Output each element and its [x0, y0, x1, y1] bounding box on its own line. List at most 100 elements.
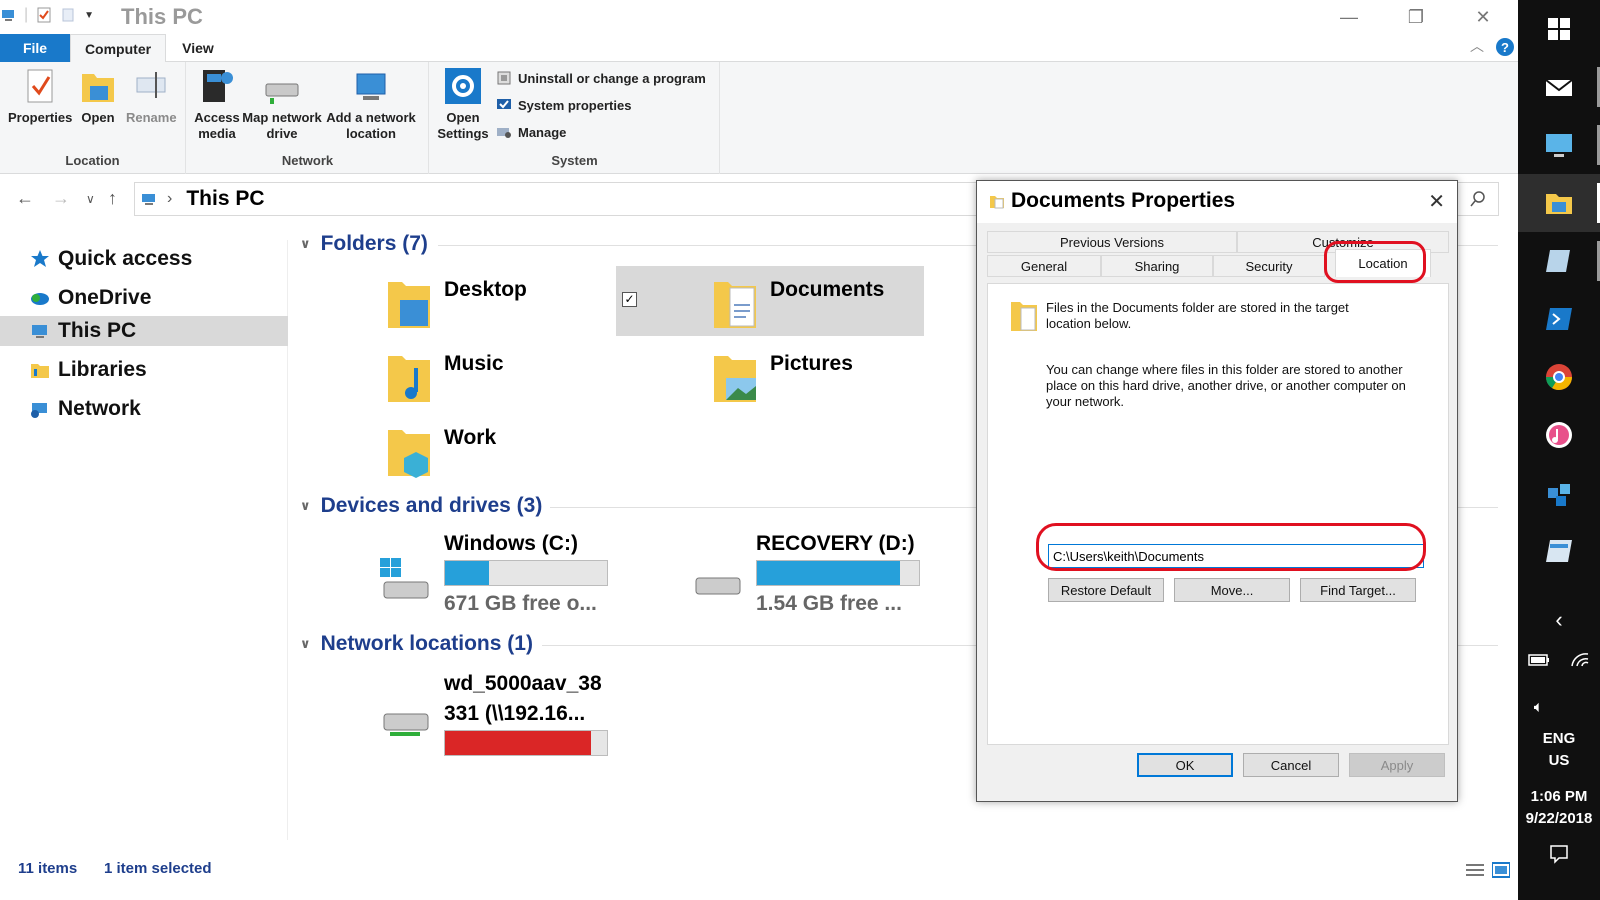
apply-button[interactable]: Apply: [1349, 753, 1445, 777]
taskbar-app-window[interactable]: [1518, 522, 1600, 580]
documents-folder-icon: [989, 193, 1005, 209]
dialog-close-icon[interactable]: ✕: [1428, 189, 1445, 214]
ribbon-group-location: Properties Open Rename Location: [0, 62, 186, 174]
properties-qat-icon[interactable]: [36, 7, 52, 23]
taskbar-chrome[interactable]: [1518, 348, 1600, 406]
add-network-location-button[interactable]: Add a network location: [325, 66, 417, 142]
open-button[interactable]: Open: [80, 66, 116, 126]
powershell-icon: [1544, 304, 1574, 334]
blocks-icon: [1544, 478, 1574, 508]
tab-view[interactable]: View: [166, 34, 230, 62]
manage-button[interactable]: Manage: [496, 124, 566, 140]
collapse-ribbon-icon[interactable]: ︿: [1470, 36, 1484, 56]
selection-checkbox[interactable]: ✓: [622, 292, 637, 307]
folder-tile-work[interactable]: Work: [290, 414, 598, 484]
drive-tile-windows-c[interactable]: Windows (C:) 671 GB free o...: [290, 532, 608, 622]
star-icon: [30, 249, 50, 269]
tab-sharing[interactable]: Sharing: [1101, 255, 1213, 277]
large-icons-view-icon[interactable]: [1491, 862, 1511, 878]
drive-tile-recovery-d[interactable]: RECOVERY (D:) 1.54 GB free ...: [602, 532, 920, 622]
folder-tile-documents[interactable]: ✓ Documents: [616, 266, 924, 336]
map-network-drive-button[interactable]: Map network drive: [241, 66, 323, 142]
access-media-button[interactable]: Access media: [193, 66, 241, 142]
collapse-chevron-icon[interactable]: ∨: [300, 236, 311, 252]
clock[interactable]: 1:06 PM 9/22/2018: [1518, 786, 1600, 830]
action-center-button[interactable]: [1518, 836, 1600, 876]
taskbar-mail-app[interactable]: [1518, 58, 1600, 116]
nav-item-this-pc[interactable]: This PC: [0, 316, 288, 346]
wifi-icon: [1570, 652, 1590, 673]
taskbar-file-explorer[interactable]: [1518, 174, 1600, 232]
section-header-network-locations[interactable]: ∨ Network locations (1): [300, 632, 533, 656]
taskbar-app-notebook[interactable]: [1518, 232, 1600, 290]
new-folder-qat-icon[interactable]: [60, 7, 76, 23]
open-folder-icon: [80, 66, 116, 106]
taskbar-powershell[interactable]: [1518, 290, 1600, 348]
forward-arrow-icon[interactable]: →: [52, 188, 70, 209]
windows-logo-icon: [1544, 14, 1574, 44]
network-drive-tile[interactable]: wd_5000aav_38 331 (\\192.16...: [290, 672, 608, 772]
breadcrumb-path[interactable]: This PC: [186, 187, 264, 211]
nav-item-network[interactable]: Network: [0, 394, 288, 424]
group-label-location: Location: [65, 153, 120, 168]
close-button[interactable]: ✕: [1460, 4, 1506, 30]
selection-count: 1 item selected: [104, 860, 212, 877]
location-tab-panel: Files in the Documents folder are stored…: [987, 283, 1449, 745]
ribbon-tabs: File Computer View ︿ ?: [0, 34, 1518, 63]
move-button[interactable]: Move...: [1174, 578, 1290, 602]
find-target-button[interactable]: Find Target...: [1300, 578, 1416, 602]
open-settings-button[interactable]: Open Settings: [436, 66, 490, 142]
manage-icon: [496, 124, 512, 140]
tab-security[interactable]: Security: [1213, 255, 1325, 277]
recent-locations-chevron-icon[interactable]: ∨: [86, 192, 95, 206]
work-folder-icon: [386, 422, 432, 478]
nav-item-libraries[interactable]: Libraries: [0, 355, 288, 385]
tab-computer[interactable]: Computer: [70, 34, 166, 63]
ok-button[interactable]: OK: [1137, 753, 1233, 777]
search-icon[interactable]: [1470, 191, 1486, 207]
taskbar-app-blocks[interactable]: [1518, 464, 1600, 522]
collapse-chevron-icon[interactable]: ∨: [300, 636, 311, 652]
back-arrow-icon[interactable]: ←: [16, 188, 34, 209]
navigation-pane: Quick access OneDrive This PC Libraries …: [0, 240, 288, 840]
drive-usage-bar: [444, 730, 608, 756]
collapse-chevron-icon[interactable]: ∨: [300, 498, 311, 514]
folder-tile-pictures[interactable]: Pictures: [616, 340, 924, 410]
wifi-tray[interactable]: [1559, 644, 1600, 680]
restore-default-button[interactable]: Restore Default: [1048, 578, 1164, 602]
start-button[interactable]: [1518, 0, 1600, 58]
battery-tray[interactable]: [1518, 644, 1559, 680]
volume-tray[interactable]: 🔈︎: [1518, 690, 1559, 726]
taskbar-itunes[interactable]: [1518, 406, 1600, 464]
drive-usage-bar: [444, 560, 608, 586]
help-icon[interactable]: ?: [1496, 38, 1514, 56]
uninstall-program-button[interactable]: Uninstall or change a program: [496, 70, 706, 86]
properties-button[interactable]: Properties: [8, 66, 72, 126]
rename-button[interactable]: Rename: [126, 66, 177, 126]
tab-general[interactable]: General: [987, 255, 1101, 277]
show-hidden-icons-button[interactable]: ‹: [1518, 600, 1600, 640]
tab-previous-versions[interactable]: Previous Versions: [987, 231, 1237, 253]
breadcrumb-chevron-icon[interactable]: ›: [167, 190, 172, 208]
section-header-devices[interactable]: ∨ Devices and drives (3): [300, 494, 542, 518]
ribbon-group-network: Access media Map network drive Add a net…: [187, 62, 429, 174]
map-drive-icon: [264, 66, 300, 106]
system-properties-button[interactable]: System properties: [496, 97, 631, 113]
details-view-icon[interactable]: [1466, 862, 1484, 878]
nav-item-onedrive[interactable]: OneDrive: [0, 283, 288, 313]
customize-qat-icon[interactable]: ▼: [84, 10, 94, 21]
folder-tile-desktop[interactable]: Desktop: [290, 266, 598, 336]
up-arrow-icon[interactable]: ↑: [108, 188, 117, 209]
battery-icon: [1527, 653, 1550, 672]
folder-tile-music[interactable]: Music: [290, 340, 598, 410]
language-indicator[interactable]: ENG US: [1518, 728, 1600, 772]
remote-desktop-icon: [1544, 130, 1574, 160]
tab-file[interactable]: File: [0, 34, 70, 62]
maximize-button[interactable]: ❐: [1393, 4, 1439, 30]
taskbar-remote-desktop[interactable]: [1518, 116, 1600, 174]
section-header-folders[interactable]: ∨ Folders (7): [300, 232, 428, 256]
minimize-button[interactable]: —: [1326, 4, 1372, 30]
nav-item-quick-access[interactable]: Quick access: [0, 244, 288, 274]
cancel-button[interactable]: Cancel: [1243, 753, 1339, 777]
pictures-folder-icon: [712, 348, 758, 404]
